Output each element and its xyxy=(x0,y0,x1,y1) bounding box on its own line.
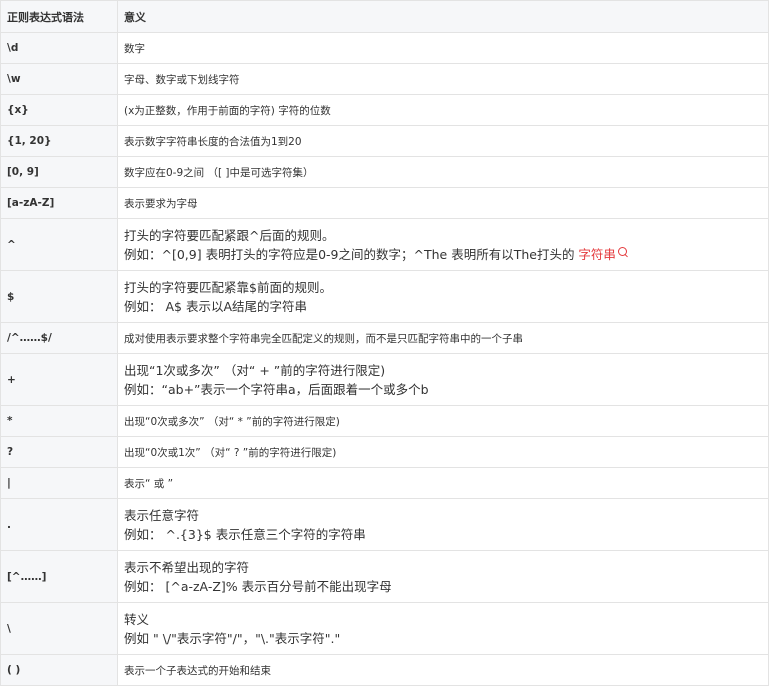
meaning-cell: 表示要求为字母 xyxy=(117,187,769,219)
syntax-cell: * xyxy=(0,405,118,437)
meaning-line-1: 打头的字符要匹配紧靠$前面的规则。 xyxy=(124,279,332,295)
meaning-cell: 字母、数字或下划线字符 xyxy=(117,63,769,95)
meaning-line-1: 表示任意字符 xyxy=(124,507,200,523)
meaning-cell: 表示“ 或 ” xyxy=(117,467,769,499)
table-row: . 表示任意字符 例如： ^.{3}$ 表示任意三个字符的字符串 xyxy=(0,498,769,551)
meaning-cell: 打头的字符要匹配紧跟^后面的规则。 例如：^[0,9] 表明打头的字符应是0-9… xyxy=(117,218,769,271)
string-link[interactable]: 字符串 xyxy=(578,247,616,262)
meaning-line-2: 例如： A$ 表示以A结尾的字符串 xyxy=(124,298,308,314)
table-row: | 表示“ 或 ” xyxy=(0,467,769,499)
syntax-cell: + xyxy=(0,353,118,406)
meaning-cell: 打头的字符要匹配紧靠$前面的规则。 例如： A$ 表示以A结尾的字符串 xyxy=(117,270,769,323)
meaning-line-1: 表示不希望出现的字符 xyxy=(124,559,250,575)
syntax-cell: ? xyxy=(0,436,118,468)
meaning-line-2: 例如：^[0,9] 表明打头的字符应是0-9之间的数字；^The 表明所有以Th… xyxy=(124,245,762,264)
meaning-line-2: 例如： ^.{3}$ 表示任意三个字符的字符串 xyxy=(124,526,366,542)
table-row: + 出现“1次或多次” （对“ + ”前的字符进行限定) 例如：“ab+”表示一… xyxy=(0,353,769,406)
meaning-cell: 表示任意字符 例如： ^.{3}$ 表示任意三个字符的字符串 xyxy=(117,498,769,551)
meaning-cell: 表示不希望出现的字符 例如： [^a-zA-Z]% 表示百分号前不能出现字母 xyxy=(117,550,769,603)
table-row: ? 出现“0次或1次” （对“ ? ”前的字符进行限定) xyxy=(0,436,769,468)
meaning-cell: 转义 例如 " \/"表示字符"/"，"\."表示字符"." xyxy=(117,602,769,655)
meaning-cell: (x为正整数，作用于前面的字符) 字符的位数 xyxy=(117,94,769,126)
regex-syntax-table: 正则表达式语法 意义 \d 数字 \w 字母、数字或下划线字符 {x} (x为正… xyxy=(0,0,769,686)
table-row: \d 数字 xyxy=(0,32,769,64)
syntax-cell: \ xyxy=(0,602,118,655)
syntax-cell: {x} xyxy=(0,94,118,126)
syntax-cell: $ xyxy=(0,270,118,323)
syntax-cell: . xyxy=(0,498,118,551)
meaning-cell: 出现“0次或多次” （对“ * ”前的字符进行限定) xyxy=(117,405,769,437)
table-row: {x} (x为正整数，作用于前面的字符) 字符的位数 xyxy=(0,94,769,126)
meaning-cell: 出现“0次或1次” （对“ ? ”前的字符进行限定) xyxy=(117,436,769,468)
meaning-cell: 表示数字字符串长度的合法值为1到20 xyxy=(117,125,769,157)
syntax-cell: ^ xyxy=(0,218,118,271)
meaning-line-2: 例如： [^a-zA-Z]% 表示百分号前不能出现字母 xyxy=(124,578,392,594)
table-row: \w 字母、数字或下划线字符 xyxy=(0,63,769,95)
meaning-cell: 数字 xyxy=(117,32,769,64)
syntax-cell: [a-zA-Z] xyxy=(0,187,118,219)
meaning-line-2: 例如 " \/"表示字符"/"，"\."表示字符"." xyxy=(124,630,341,646)
syntax-cell: | xyxy=(0,467,118,499)
table-row: \ 转义 例如 " \/"表示字符"/"，"\."表示字符"." xyxy=(0,602,769,655)
syntax-cell: [0, 9] xyxy=(0,156,118,188)
table-header-row: 正则表达式语法 意义 xyxy=(0,0,769,33)
meaning-line-2: 例如：“ab+”表示一个字符串a，后面跟着一个或多个b xyxy=(124,381,429,397)
table-row: * 出现“0次或多次” （对“ * ”前的字符进行限定) xyxy=(0,405,769,437)
table-row: [^……] 表示不希望出现的字符 例如： [^a-zA-Z]% 表示百分号前不能… xyxy=(0,550,769,603)
table-row: {1, 20} 表示数字字符串长度的合法值为1到20 xyxy=(0,125,769,157)
syntax-cell: \d xyxy=(0,32,118,64)
meaning-line-1: 出现“1次或多次” （对“ + ”前的字符进行限定) xyxy=(124,362,386,378)
syntax-cell: {1, 20} xyxy=(0,125,118,157)
table-row: ( ) 表示一个子表达式的开始和结束 xyxy=(0,654,769,686)
table-row: ^ 打头的字符要匹配紧跟^后面的规则。 例如：^[0,9] 表明打头的字符应是0… xyxy=(0,218,769,271)
meaning-line-1: 转义 xyxy=(124,611,150,627)
syntax-cell: ( ) xyxy=(0,654,118,686)
table-row: $ 打头的字符要匹配紧靠$前面的规则。 例如： A$ 表示以A结尾的字符串 xyxy=(0,270,769,323)
syntax-cell: [^……] xyxy=(0,550,118,603)
search-icon[interactable] xyxy=(617,246,627,256)
header-meaning: 意义 xyxy=(117,0,769,33)
meaning-cell: 成对使用表示要求整个字符串完全匹配定义的规则，而不是只匹配字符串中的一个子串 xyxy=(117,322,769,354)
meaning-line-1: 打头的字符要匹配紧跟^后面的规则。 xyxy=(124,227,335,243)
table-row: [a-zA-Z] 表示要求为字母 xyxy=(0,187,769,219)
table-row: [0, 9] 数字应在0-9之间 （[ ]中是可选字符集） xyxy=(0,156,769,188)
meaning-line-2-text: 例如：^[0,9] 表明打头的字符应是0-9之间的数字；^The 表明所有以Th… xyxy=(124,246,579,262)
meaning-cell: 出现“1次或多次” （对“ + ”前的字符进行限定) 例如：“ab+”表示一个字… xyxy=(117,353,769,406)
header-syntax: 正则表达式语法 xyxy=(0,0,118,33)
meaning-cell: 数字应在0-9之间 （[ ]中是可选字符集） xyxy=(117,156,769,188)
syntax-cell: /^……$/ xyxy=(0,322,118,354)
table-row: /^……$/ 成对使用表示要求整个字符串完全匹配定义的规则，而不是只匹配字符串中… xyxy=(0,322,769,354)
syntax-cell: \w xyxy=(0,63,118,95)
meaning-cell: 表示一个子表达式的开始和结束 xyxy=(117,654,769,686)
